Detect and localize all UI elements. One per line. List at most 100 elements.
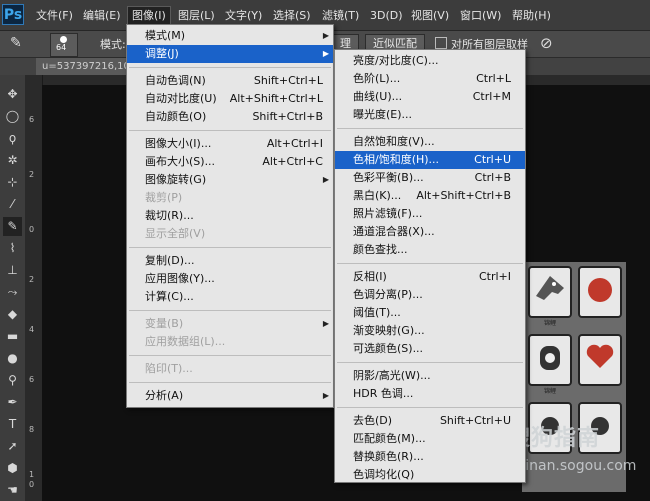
menu-item[interactable]: 图像旋转(G) ▶ (127, 171, 333, 189)
image-menu-dropdown: 模式(M) ▶ 调整(J) ▶ 自动色调(N) Shift+Ctrl+L 自动对比度(U) A… (126, 24, 334, 408)
menu-item-label: 自然饱和度(V)... (353, 135, 435, 148)
magic-wand-icon[interactable]: ✲ (3, 151, 22, 170)
menu-item[interactable]: 色相/饱和度(H)... Ctrl+U (335, 151, 525, 169)
pressure-icon[interactable]: ⊘ (540, 34, 553, 52)
menu-item[interactable]: 色阶(L)... Ctrl+L (335, 70, 525, 88)
menu-item[interactable]: 裁切(R)... (127, 207, 333, 225)
brush-dot-icon (60, 36, 67, 43)
menu-item-label: 调整(J) (145, 47, 179, 60)
menu-item-label: 色彩平衡(B)... (353, 171, 424, 184)
menu-separator (129, 310, 331, 311)
hand-tool-icon[interactable]: ☚ (3, 481, 22, 500)
history-brush-icon[interactable]: ⤳ (3, 283, 22, 302)
menu-item[interactable]: 反相(I) Ctrl+I (335, 268, 525, 286)
menu-item[interactable]: 匹配颜色(M)... (335, 430, 525, 448)
menu-item-shortcut: Alt+Shift+Ctrl+L (229, 92, 323, 105)
menu-item[interactable]: 色调均化(Q) (335, 466, 525, 484)
menu-item-label: 应用数据组(L)... (145, 335, 226, 348)
menu-item[interactable]: 去色(D) Shift+Ctrl+U (335, 412, 525, 430)
menu-help[interactable]: 帮助(H) (512, 7, 551, 24)
menu-item[interactable]: 颜色查找... (335, 241, 525, 259)
adjustments-submenu: 亮度/对比度(C)... 色阶(L)... Ctrl+L 曲线(U)... Ctrl+M… (334, 49, 526, 483)
menu-item[interactable]: 曲线(U)... Ctrl+M (335, 88, 525, 106)
menu-item-label: 颜色查找... (353, 243, 408, 256)
menu-type[interactable]: 文字(Y) (225, 7, 262, 24)
menu-item[interactable]: 模式(M) ▶ (127, 27, 333, 45)
menu-item[interactable]: 自然饱和度(V)... (335, 133, 525, 151)
menu-window[interactable]: 窗口(W) (460, 7, 501, 24)
menu-filter[interactable]: 滤镜(T) (322, 7, 359, 24)
menu-item[interactable]: 渐变映射(G)... (335, 322, 525, 340)
brush-tool-icon[interactable]: ✎ (10, 35, 22, 51)
menu-item[interactable]: 自动对比度(U) Alt+Shift+Ctrl+L (127, 90, 333, 108)
move-tool-icon[interactable]: ✥ (3, 85, 22, 104)
marquee-tool-icon[interactable]: ◯ (3, 107, 22, 126)
ruler-label: 8 (29, 425, 35, 434)
gradient-tool-icon[interactable]: ▬ (3, 327, 22, 346)
menu-item[interactable]: 阈值(T)... (335, 304, 525, 322)
menu-item[interactable]: 照片滤镜(F)... (335, 205, 525, 223)
menu-item[interactable]: 可选颜色(S)... (335, 340, 525, 358)
watermark-url: zhinan.sogou.com (509, 458, 637, 474)
menu-item-label: 照片滤镜(F)... (353, 207, 423, 220)
menu-item[interactable]: HDR 色调... (335, 385, 525, 403)
menu-item[interactable]: 亮度/对比度(C)... (335, 52, 525, 70)
artwork-tile (578, 334, 622, 386)
menu-item[interactable]: 自动色调(N) Shift+Ctrl+L (127, 72, 333, 90)
menu-item[interactable]: 图像大小(I)... Alt+Ctrl+I (127, 135, 333, 153)
menu-item[interactable]: 曝光度(E)... (335, 106, 525, 124)
menu-item-label: 黑白(K)... (353, 189, 402, 202)
menu-view[interactable]: 视图(V) (411, 7, 449, 24)
clone-stamp-icon[interactable]: ⊥ (3, 261, 22, 280)
healing-brush-icon[interactable]: ✎ (3, 217, 22, 236)
brush-tool-icon[interactable]: ⌇ (3, 239, 22, 258)
blur-tool-icon[interactable]: ● (3, 349, 22, 368)
menu-item: 变量(B) ▶ (127, 315, 333, 333)
menu-item[interactable]: 复制(D)... (127, 252, 333, 270)
submenu-arrow-icon: ▶ (322, 31, 329, 40)
crop-tool-icon[interactable]: ⊹ (3, 173, 22, 192)
menu-item[interactable]: 应用图像(Y)... (127, 270, 333, 288)
menu-item[interactable]: 黑白(K)... Alt+Shift+Ctrl+B (335, 187, 525, 205)
menu-item[interactable]: 通道混合器(X)... (335, 223, 525, 241)
pen-tool-icon[interactable]: ✒ (3, 393, 22, 412)
menu-item[interactable]: 分析(A) ▶ (127, 387, 333, 405)
menu-item[interactable]: 计算(C)... (127, 288, 333, 306)
menu-select[interactable]: 选择(S) (273, 7, 311, 24)
menu-item-shortcut: Ctrl+L (476, 72, 511, 85)
menu-item-label: 分析(A) (145, 389, 184, 402)
menu-item[interactable]: 替换颜色(R)... (335, 448, 525, 466)
brush-preset-picker[interactable]: 64 (50, 33, 78, 57)
menu-layer[interactable]: 图层(L) (178, 7, 215, 24)
brush-size: 64 (56, 43, 67, 52)
menu-item-label: 裁剪(P) (145, 191, 183, 204)
eyedropper-icon[interactable]: ⁄ (3, 195, 22, 214)
menu-item-label: 曲线(U)... (353, 90, 403, 103)
menu-item[interactable]: 自动颜色(O) Shift+Ctrl+B (127, 108, 333, 126)
menu-item[interactable]: 调整(J) ▶ (127, 45, 333, 63)
menu-edit[interactable]: 编辑(E) (83, 7, 121, 24)
eraser-icon[interactable]: ◆ (3, 305, 22, 324)
menu-item[interactable]: 色彩平衡(B)... Ctrl+B (335, 169, 525, 187)
all-layers-checkbox[interactable] (435, 37, 447, 49)
heart-icon (586, 344, 614, 368)
menu-image[interactable]: 图像(I) (127, 6, 171, 25)
dodge-tool-icon[interactable]: ⚲ (3, 371, 22, 390)
menu-item-label: 变量(B) (145, 317, 184, 330)
menu-item[interactable]: 色调分离(P)... (335, 286, 525, 304)
shape-tool-icon[interactable]: ⬢ (3, 459, 22, 478)
ruler-label: 2 (29, 275, 35, 284)
menu-item-label: 自动色调(N) (145, 74, 206, 87)
menu-item[interactable]: 阴影/高光(W)... (335, 367, 525, 385)
menu-item-label: 曝光度(E)... (353, 108, 413, 121)
menu-item-label: 匹配颜色(M)... (353, 432, 426, 445)
fish-icon (588, 278, 612, 302)
menu-3d[interactable]: 3D(D) (370, 7, 403, 24)
menu-file[interactable]: 文件(F) (36, 7, 73, 24)
lasso-tool-icon[interactable]: ϙ (3, 129, 22, 148)
type-tool-icon[interactable]: T (3, 415, 22, 434)
menu-item: 陷印(T)... (127, 360, 333, 378)
path-select-icon[interactable]: ➚ (3, 437, 22, 456)
menu-item: 显示全部(V) (127, 225, 333, 243)
menu-item[interactable]: 画布大小(S)... Alt+Ctrl+C (127, 153, 333, 171)
